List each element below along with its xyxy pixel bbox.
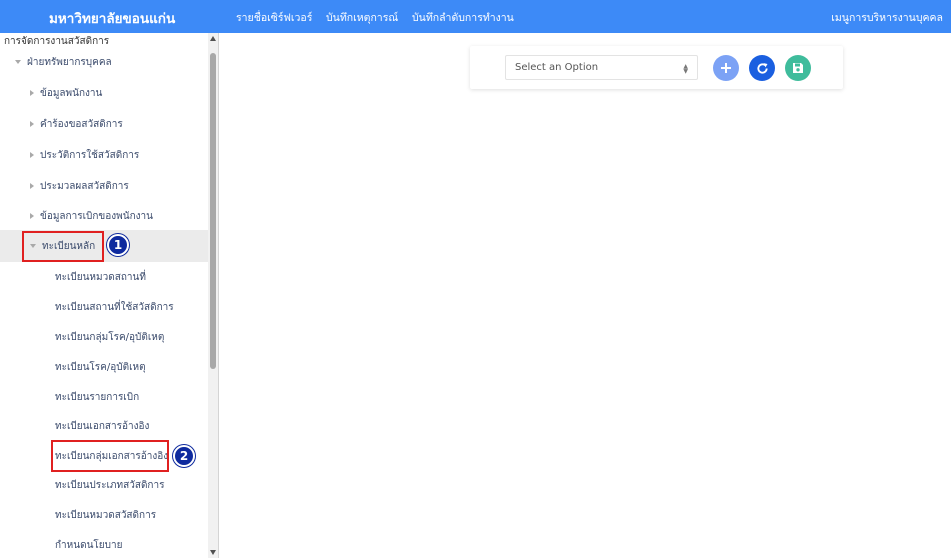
nav-server-list[interactable]: รายชื่อเซิร์ฟเวอร์ — [236, 9, 312, 26]
select-updown-icon: ▲ ▼ — [683, 63, 688, 75]
tree-subitem[interactable]: ทะเบียนหมวดสถานที่ — [55, 262, 146, 292]
tree-subitem[interactable]: กำหนดนโยบาย — [55, 530, 122, 558]
save-button[interactable] — [785, 55, 811, 81]
toolbar-card: Select an Option ▲ ▼ — [470, 46, 843, 89]
refresh-icon — [756, 62, 768, 74]
tree-item-label: ประวัติการใช้สวัสดิการ — [40, 149, 140, 161]
tree-subitem[interactable]: ทะเบียนเอกสารอ้างอิง — [55, 411, 149, 441]
scroll-down-arrow-icon[interactable] — [210, 550, 216, 555]
tree-group-hr-label: ฝ่ายทรัพยากรบุคคล — [27, 56, 112, 68]
tree-subitem[interactable]: ทะเบียนประเภทสวัสดิการ — [55, 470, 164, 500]
callout-badge-1: 1 — [107, 234, 129, 256]
tree-item-welfare-request[interactable]: คำร้องขอสวัสดิการ — [30, 109, 123, 139]
caret-right-icon — [30, 90, 34, 96]
brand-title[interactable]: มหาวิทยาลัยขอนแก่น — [49, 7, 175, 29]
scroll-up-arrow-icon[interactable] — [210, 36, 216, 41]
nav-workflow-log[interactable]: บันทึกลำดับการทำงาน — [412, 9, 514, 26]
tree-item-employee-claims[interactable]: ข้อมูลการเบิกของพนักงาน — [30, 201, 153, 231]
tree-subitem[interactable]: ทะเบียนกลุ่มโรค/อุบัติเหตุ — [55, 322, 164, 352]
tree-subitem[interactable]: ทะเบียนรายการเบิก — [55, 382, 139, 412]
callout-box-1 — [22, 231, 104, 262]
refresh-button[interactable] — [749, 55, 775, 81]
caret-down-icon — [15, 60, 21, 64]
tree-item-label: คำร้องขอสวัสดิการ — [40, 118, 123, 130]
sidebar: การจัดการงานสวัสดิการ ฝ่ายทรัพยากรบุคคล … — [0, 33, 219, 558]
plus-icon — [721, 63, 731, 73]
tree-item-employee-info[interactable]: ข้อมูลพนักงาน — [30, 78, 102, 108]
tree-item-label: ประมวลผลสวัสดิการ — [40, 180, 129, 192]
top-navbar: มหาวิทยาลัยขอนแก่น รายชื่อเซิร์ฟเวอร์ บั… — [0, 0, 951, 33]
tree-subitem[interactable]: ทะเบียนหมวดสวัสดิการ — [55, 500, 156, 530]
option-select[interactable]: Select an Option ▲ ▼ — [505, 55, 698, 80]
tree-item-label: ข้อมูลการเบิกของพนักงาน — [40, 210, 153, 222]
caret-right-icon — [30, 213, 34, 219]
tree-subitem[interactable]: ทะเบียนโรค/อุบัติเหตุ — [55, 352, 146, 382]
caret-right-icon — [30, 152, 34, 158]
scroll-thumb[interactable] — [210, 53, 216, 369]
tree-subitem[interactable]: ทะเบียนสถานที่ใช้สวัสดิการ — [55, 292, 174, 322]
floppy-disk-icon — [793, 63, 803, 73]
option-select-value: Select an Option — [515, 62, 599, 73]
callout-badge-2: 2 — [173, 445, 195, 467]
tree-group-hr[interactable]: ฝ่ายทรัพยากรบุคคล — [15, 47, 112, 77]
tree-item-welfare-processing[interactable]: ประมวลผลสวัสดิการ — [30, 171, 129, 201]
caret-right-icon — [30, 183, 34, 189]
sidebar-scrollbar[interactable] — [208, 33, 218, 558]
nav-event-log[interactable]: บันทึกเหตุการณ์ — [326, 9, 398, 26]
tree-item-label: ข้อมูลพนักงาน — [40, 87, 103, 99]
callout-box-2 — [51, 440, 169, 472]
tree-item-welfare-history[interactable]: ประวัติการใช้สวัสดิการ — [30, 140, 139, 170]
nav-hr-menu[interactable]: เมนูการบริหารงานบุคคล — [831, 9, 943, 26]
caret-right-icon — [30, 121, 34, 127]
add-button[interactable] — [713, 55, 739, 81]
